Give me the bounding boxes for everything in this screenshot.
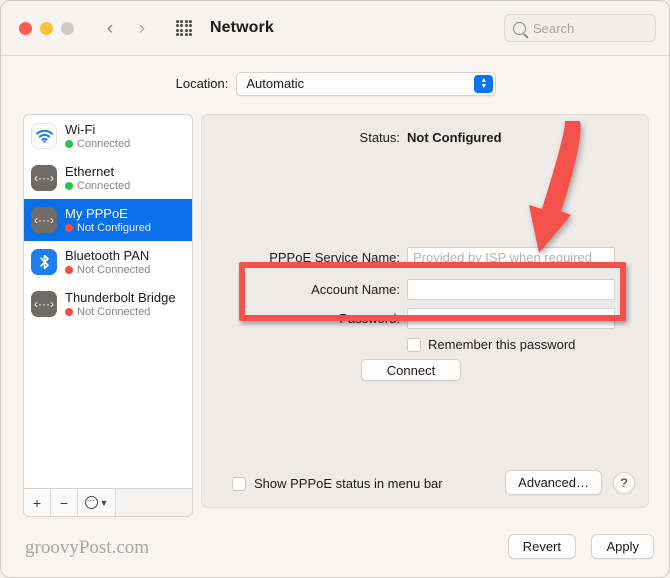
action-menu-button[interactable]: ⋯ ▼ xyxy=(78,489,116,516)
ethernet-icon: ‹···› xyxy=(31,291,57,317)
status-dot-icon xyxy=(65,266,73,274)
sidebar-item-status: Connected xyxy=(65,180,130,192)
password-input[interactable] xyxy=(407,308,615,329)
sidebar-item-label: My PPPoE xyxy=(65,206,128,221)
watermark: groovyPost.com xyxy=(25,537,150,558)
remember-password-label: Remember this password xyxy=(428,337,576,352)
search-input[interactable]: Search xyxy=(504,14,656,42)
show-pppoe-status-label: Show PPPoE status in menu bar xyxy=(254,476,443,491)
sidebar-item-status: Connected xyxy=(65,138,130,150)
close-button[interactable] xyxy=(19,21,32,35)
remember-password-row[interactable]: Remember this password xyxy=(407,337,575,352)
traffic-lights xyxy=(19,21,74,35)
revert-button[interactable]: Revert xyxy=(507,534,576,559)
network-interface-list: Wi-Fi Connected ‹···› Ethernet Connected xyxy=(24,115,192,489)
sidebar-item-bluetooth-pan[interactable]: Bluetooth PAN Not Connected xyxy=(24,241,192,283)
sidebar-item-status: Not Connected xyxy=(65,306,176,318)
pppoe-service-name-placeholder: Provided by ISP when required xyxy=(413,250,592,265)
advanced-button[interactable]: Advanced… xyxy=(505,470,602,495)
ethernet-icon: ‹···› xyxy=(31,207,57,233)
chevron-left-icon: ‹ xyxy=(106,17,114,39)
status-dot-icon xyxy=(65,182,73,190)
sidebar-item-text: Thunderbolt Bridge Not Connected xyxy=(65,290,176,318)
pppoe-service-name-label: PPPoE Service Name: xyxy=(269,250,400,265)
forward-button[interactable]: › xyxy=(130,14,154,42)
network-interface-sidebar: Wi-Fi Connected ‹···› Ethernet Connected xyxy=(23,114,193,517)
status-text: Not Connected xyxy=(77,264,151,276)
connect-button[interactable]: Connect xyxy=(361,359,461,381)
window-titlebar: ‹ › Network Search xyxy=(1,1,669,56)
remember-password-checkbox[interactable] xyxy=(407,337,421,352)
ethernet-icon: ‹···› xyxy=(31,165,57,191)
zoom-button[interactable] xyxy=(61,21,74,35)
account-name-input[interactable] xyxy=(407,279,615,300)
sidebar-item-wifi[interactable]: Wi-Fi Connected xyxy=(24,115,192,157)
password-row: Password: xyxy=(202,308,648,329)
search-icon xyxy=(513,21,526,35)
sidebar-item-label: Ethernet xyxy=(65,164,115,179)
status-text: Not Configured xyxy=(77,222,151,234)
status-row: Status: Not Configured xyxy=(202,130,648,145)
sidebar-item-text: My PPPoE Not Configured xyxy=(65,206,151,234)
page-title: Network xyxy=(210,19,274,36)
location-value: Automatic xyxy=(246,76,305,91)
bluetooth-icon xyxy=(31,249,57,275)
password-label: Password: xyxy=(339,311,400,326)
back-button[interactable]: ‹ xyxy=(98,14,122,42)
account-name-row: Account Name: xyxy=(202,279,648,300)
pppoe-service-name-row: PPPoE Service Name: Provided by ISP when… xyxy=(202,247,648,268)
chevron-up-down-icon[interactable]: ▲ ▼ xyxy=(474,74,494,93)
status-dot-icon xyxy=(65,224,73,232)
sidebar-item-label: Thunderbolt Bridge xyxy=(65,290,176,305)
wifi-icon xyxy=(31,123,57,149)
sidebar-toolbar: + − ⋯ ▼ xyxy=(24,488,192,516)
sidebar-item-status: Not Configured xyxy=(65,222,151,234)
sidebar-item-thunderbolt-bridge[interactable]: ‹···› Thunderbolt Bridge Not Connected xyxy=(24,283,192,325)
sidebar-item-text: Ethernet Connected xyxy=(65,164,130,192)
location-label: Location: xyxy=(175,76,229,91)
network-preferences-window: ‹ › Network Search Location: Automatic ▲… xyxy=(0,0,670,578)
minimize-button[interactable] xyxy=(40,21,53,35)
status-value: Not Configured xyxy=(407,130,502,145)
sidebar-item-status: Not Connected xyxy=(65,264,150,276)
sidebar-item-label: Bluetooth PAN xyxy=(65,248,150,263)
help-button[interactable]: ? xyxy=(613,472,635,494)
apply-button[interactable]: Apply xyxy=(591,534,654,559)
location-row: Location: Automatic ▲ ▼ xyxy=(1,56,669,111)
status-label: Status: xyxy=(359,130,400,145)
pppoe-settings-panel: Status: Not Configured PPPoE Service Nam… xyxy=(201,114,649,508)
sidebar-item-ethernet[interactable]: ‹···› Ethernet Connected xyxy=(24,157,192,199)
status-text: Connected xyxy=(77,138,131,150)
show-all-grid-icon[interactable] xyxy=(174,18,194,38)
chevron-right-icon: › xyxy=(138,17,146,39)
location-dropdown[interactable]: Automatic ▲ ▼ xyxy=(236,71,497,96)
action-menu-icon: ⋯ xyxy=(84,496,98,509)
status-dot-icon xyxy=(65,140,73,148)
account-name-label: Account Name: xyxy=(311,282,400,297)
sidebar-item-text: Wi-Fi Connected xyxy=(65,122,130,150)
sidebar-item-label: Wi-Fi xyxy=(65,122,96,137)
add-service-button[interactable]: + xyxy=(24,489,51,516)
chevron-down-icon: ▼ xyxy=(99,497,109,508)
remove-service-button[interactable]: − xyxy=(51,489,78,516)
status-text: Not Connected xyxy=(77,306,151,318)
sidebar-item-text: Bluetooth PAN Not Connected xyxy=(65,248,150,276)
status-text: Connected xyxy=(77,180,131,192)
show-pppoe-status-checkbox[interactable] xyxy=(232,476,246,491)
search-placeholder: Search xyxy=(533,20,575,36)
show-status-row[interactable]: Show PPPoE status in menu bar xyxy=(232,476,443,491)
pppoe-service-name-input[interactable]: Provided by ISP when required xyxy=(407,247,615,268)
sidebar-item-my-pppoe[interactable]: ‹···› My PPPoE Not Configured xyxy=(24,199,192,241)
toolbar-filler xyxy=(116,489,192,516)
status-dot-icon xyxy=(65,308,73,316)
